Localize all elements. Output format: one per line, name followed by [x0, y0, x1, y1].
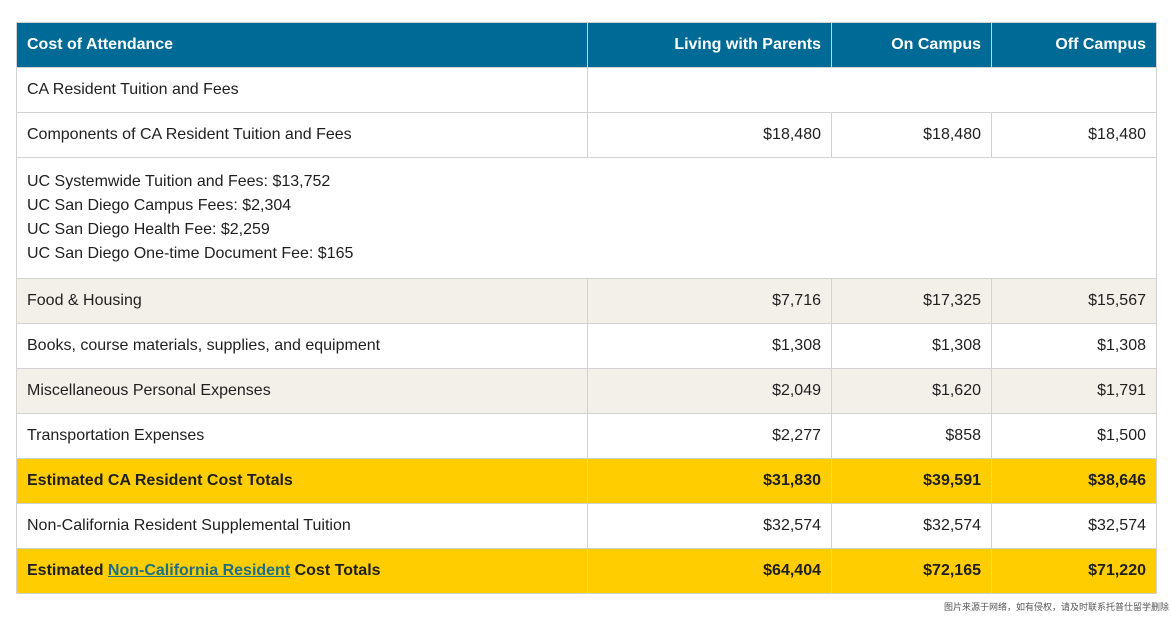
row-label: CA Resident Tuition and Fees — [16, 67, 588, 113]
cost-of-attendance-table: Cost of Attendance Living with Parents O… — [16, 22, 1157, 594]
value-off-campus: $15,567 — [991, 278, 1157, 324]
row-nonresident-totals: Estimated Non-California Resident Cost T… — [16, 548, 1157, 594]
label-prefix: Estimated — [27, 562, 108, 579]
row-tuition-breakdown: UC Systemwide Tuition and Fees: $13,752 … — [16, 157, 1157, 279]
row-ca-resident-tuition: CA Resident Tuition and Fees — [16, 67, 1157, 113]
value-off-campus: $1,308 — [991, 323, 1157, 369]
row-label: Books, course materials, supplies, and e… — [16, 323, 588, 369]
value-off-campus: $18,480 — [991, 112, 1157, 158]
value-on-campus: $17,325 — [831, 278, 992, 324]
table-header-row: Cost of Attendance Living with Parents O… — [16, 22, 1157, 68]
value-on-campus: $1,620 — [831, 368, 992, 414]
value-living-with-parents: $64,404 — [587, 548, 832, 594]
row-food-housing: Food & Housing $7,716 $17,325 $15,567 — [16, 278, 1157, 324]
header-on-campus: On Campus — [831, 22, 992, 68]
value-on-campus: $1,308 — [831, 323, 992, 369]
value-on-campus: $72,165 — [831, 548, 992, 594]
breakdown-campus-fees: UC San Diego Campus Fees: $2,304 — [27, 197, 292, 214]
value-off-campus: $71,220 — [991, 548, 1157, 594]
empty-cell — [587, 67, 1157, 113]
row-ca-resident-totals: Estimated CA Resident Cost Totals $31,83… — [16, 458, 1157, 504]
value-on-campus: $32,574 — [831, 503, 992, 549]
row-misc-personal: Miscellaneous Personal Expenses $2,049 $… — [16, 368, 1157, 414]
value-off-campus: $32,574 — [991, 503, 1157, 549]
header-living-with-parents: Living with Parents — [587, 22, 832, 68]
header-off-campus: Off Campus — [991, 22, 1157, 68]
value-off-campus: $38,646 — [991, 458, 1157, 504]
row-label: Estimated CA Resident Cost Totals — [16, 458, 588, 504]
value-on-campus: $858 — [831, 413, 992, 459]
header-cost-of-attendance: Cost of Attendance — [16, 22, 588, 68]
cost-of-attendance-container: Cost of Attendance Living with Parents O… — [16, 22, 1157, 594]
breakdown-systemwide: UC Systemwide Tuition and Fees: $13,752 — [27, 173, 331, 190]
breakdown-document-fee: UC San Diego One-time Document Fee: $165 — [27, 245, 354, 262]
value-living-with-parents: $2,049 — [587, 368, 832, 414]
value-living-with-parents: $32,574 — [587, 503, 832, 549]
row-transportation: Transportation Expenses $2,277 $858 $1,5… — [16, 413, 1157, 459]
breakdown-cell: UC Systemwide Tuition and Fees: $13,752 … — [16, 157, 1157, 279]
value-living-with-parents: $7,716 — [587, 278, 832, 324]
row-label: Food & Housing — [16, 278, 588, 324]
label-suffix: Cost Totals — [290, 562, 381, 579]
row-label: Estimated Non-California Resident Cost T… — [16, 548, 588, 594]
row-nonresident-supplemental: Non-California Resident Supplemental Tui… — [16, 503, 1157, 549]
value-living-with-parents: $2,277 — [587, 413, 832, 459]
row-label: Miscellaneous Personal Expenses — [16, 368, 588, 414]
row-books: Books, course materials, supplies, and e… — [16, 323, 1157, 369]
row-label: Components of CA Resident Tuition and Fe… — [16, 112, 588, 158]
row-label: Non-California Resident Supplemental Tui… — [16, 503, 588, 549]
non-california-resident-link[interactable]: Non-California Resident — [108, 562, 290, 579]
value-on-campus: $39,591 — [831, 458, 992, 504]
value-off-campus: $1,791 — [991, 368, 1157, 414]
breakdown-health-fee: UC San Diego Health Fee: $2,259 — [27, 221, 270, 238]
value-off-campus: $1,500 — [991, 413, 1157, 459]
value-on-campus: $18,480 — [831, 112, 992, 158]
value-living-with-parents: $1,308 — [587, 323, 832, 369]
row-label: Transportation Expenses — [16, 413, 588, 459]
row-components: Components of CA Resident Tuition and Fe… — [16, 112, 1157, 158]
value-living-with-parents: $31,830 — [587, 458, 832, 504]
watermark-text: 图片来源于网络，如有侵权，请及时联系托普仕留学删除 — [943, 603, 1169, 613]
value-living-with-parents: $18,480 — [587, 112, 832, 158]
